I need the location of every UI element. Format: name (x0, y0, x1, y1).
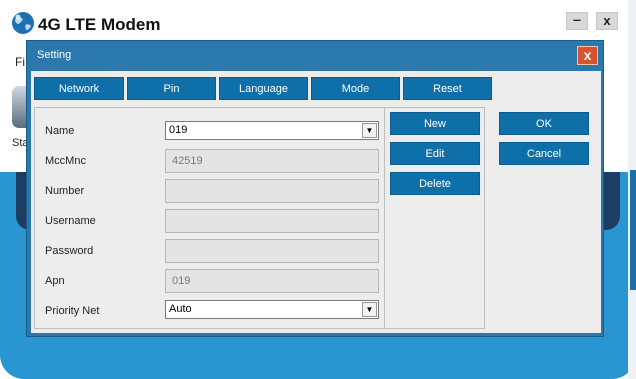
settings-dialog: Setting x Network Pin Language Mode Rese… (26, 40, 604, 337)
minimize-button[interactable]: ‒ (566, 12, 588, 30)
cancel-button[interactable]: Cancel (499, 142, 589, 165)
mccmnc-label: MccMnc (45, 155, 86, 167)
app-title: 4G LTE Modem (38, 15, 161, 34)
apn-label: Apn (45, 275, 65, 287)
new-button[interactable]: New (390, 112, 480, 135)
dialog-body: Network Pin Language Mode Reset Name 019… (31, 71, 601, 333)
number-label: Number (45, 185, 85, 197)
edit-button[interactable]: Edit (390, 142, 480, 165)
tab-network[interactable]: Network (34, 77, 124, 100)
mccmnc-field[interactable]: 42519 (165, 149, 379, 173)
number-field[interactable] (165, 179, 379, 203)
close-icon: x (583, 47, 592, 63)
priority-net-select[interactable]: Auto ▼ (165, 300, 379, 319)
name-label: Name (45, 125, 75, 137)
name-select[interactable]: 019 ▼ (165, 121, 379, 140)
password-field[interactable] (165, 239, 379, 263)
username-label: Username (45, 215, 96, 227)
chevron-down-icon[interactable]: ▼ (362, 123, 377, 138)
app-device-icon (12, 86, 26, 128)
dialog-title: Setting (37, 49, 72, 61)
ok-button[interactable]: OK (499, 112, 589, 135)
app-right-bar (630, 170, 636, 290)
delete-button[interactable]: Delete (390, 172, 480, 195)
tab-mode[interactable]: Mode (311, 77, 400, 100)
chevron-down-icon[interactable]: ▼ (362, 302, 377, 317)
username-field[interactable] (165, 209, 379, 233)
tab-language[interactable]: Language (219, 77, 308, 100)
apn-field[interactable]: 019 (165, 269, 379, 293)
tab-reset[interactable]: Reset (403, 77, 492, 100)
dialog-close-button[interactable]: x (577, 46, 598, 65)
app-menu-label[interactable]: Fi (15, 55, 25, 69)
name-select-value: 019 (169, 124, 188, 136)
globe-icon (12, 12, 34, 34)
password-label: Password (45, 245, 94, 257)
profile-actions-panel (385, 107, 485, 329)
priority-net-label: Priority Net (45, 305, 100, 317)
app-close-button[interactable]: x (596, 12, 618, 30)
tab-pin[interactable]: Pin (127, 77, 216, 100)
profile-form-panel: Name 019 ▼ MccMnc 42519 Number Username … (34, 107, 385, 329)
priority-net-select-value: Auto (169, 303, 192, 315)
